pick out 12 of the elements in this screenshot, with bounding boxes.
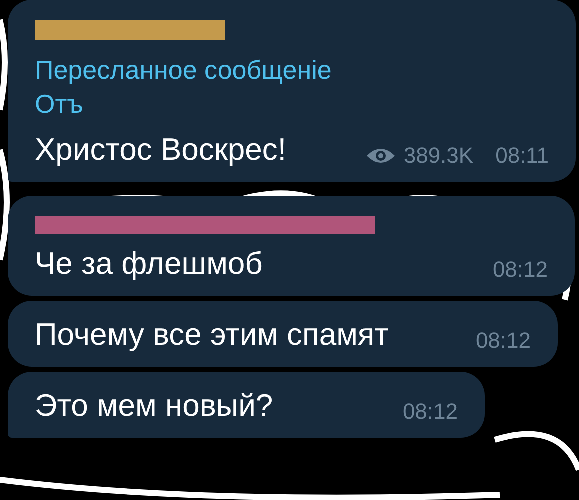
forwarded-label: Пересланное сообщеніе <box>35 54 333 86</box>
message-text: Почему все этим спамят <box>35 316 389 354</box>
forwarded-from: Отъ <box>35 88 84 120</box>
view-count: 389.3K <box>404 142 474 170</box>
message-text: Христос Воскрес! <box>35 131 287 169</box>
message-time: 08:12 <box>402 398 458 426</box>
eye-icon <box>366 146 396 164</box>
message-time: 08:12 <box>476 327 531 355</box>
message-time: 08:11 <box>496 142 549 170</box>
message-time: 08:12 <box>492 256 548 284</box>
message-text: Это мем новый? <box>35 387 274 425</box>
message-text: Че за флешмоб <box>35 245 263 283</box>
